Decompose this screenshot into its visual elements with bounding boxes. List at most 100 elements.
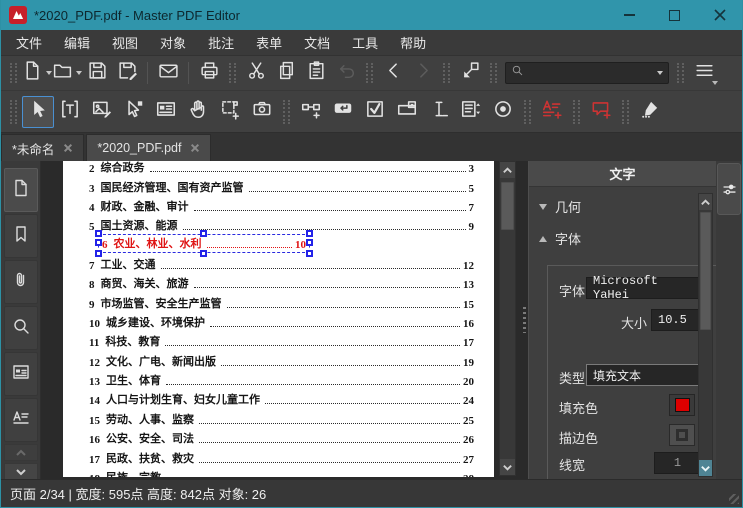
copy-button[interactable] [271,59,301,87]
edit-image-button[interactable] [86,96,118,128]
print-button[interactable] [194,59,224,87]
toc-row[interactable]: 14 人口与计划生育、妇女儿童工作 24 [89,388,474,407]
toolbar-grip[interactable] [524,99,531,124]
properties-toggle-tab[interactable] [717,163,741,215]
search-input[interactable] [524,66,654,80]
font-size-field[interactable]: 10.5 [651,309,701,331]
stroke-color-swatch[interactable] [669,424,695,446]
document-tab-0[interactable]: *未命名 [1,134,85,161]
font-name-field[interactable]: Microsoft YaHei [586,274,701,302]
list-box-button[interactable] [455,96,487,128]
select-tool-button[interactable] [22,95,54,128]
menu-annotation[interactable]: 批注 [197,30,245,56]
edit-forms-button[interactable] [150,96,182,128]
selection-handle[interactable] [306,239,313,247]
checkbox-button[interactable] [359,96,391,128]
toc-row[interactable]: 12 文化、广电、新闻出版 19 [89,349,474,369]
toc-row[interactable]: 18 民族、宗教 28 [89,466,474,477]
menu-help[interactable]: 帮助 [389,30,437,56]
sidebar-search-document-button[interactable] [3,306,38,350]
toc-row[interactable]: 13 卫生、体育 20 [89,369,474,388]
toc-row[interactable]: 4 财政、金融、审计 7 [89,195,474,214]
toolbar-grip[interactable] [229,63,236,83]
section-geometry[interactable]: 几何 [539,197,581,216]
selection-handle[interactable] [95,229,102,237]
document-scrollbar[interactable] [499,161,516,476]
line-width-field[interactable]: 1 [654,452,701,474]
resize-grip[interactable] [729,494,739,504]
save-button[interactable] [82,59,112,87]
combo-box-button[interactable] [391,96,423,128]
menu-file[interactable]: 文件 [5,30,53,56]
radio-button-button[interactable] [487,96,519,128]
fit-visible-button[interactable] [455,59,485,87]
sidebar-pages-button[interactable] [3,168,38,212]
close-tab-button[interactable] [63,143,73,153]
push-button-button[interactable] [327,96,359,128]
toolbar-grip[interactable] [622,99,629,124]
section-font[interactable]: 字体 [539,229,581,248]
toolbar-grip[interactable] [283,99,290,124]
edit-text-button[interactable] [54,96,86,128]
snapshot-button[interactable] [246,96,278,128]
menu-tools[interactable]: 工具 [341,30,389,56]
type-dropdown[interactable]: 填充文本 [586,364,701,386]
fill-color-swatch[interactable] [669,394,695,416]
main-menu-button[interactable] [689,59,719,87]
menu-edit[interactable]: 编辑 [53,30,101,56]
sidebar-scroll-down-button[interactable] [3,463,38,479]
menu-object[interactable]: 对象 [149,30,197,56]
sidebar-signature-button[interactable] [3,398,38,442]
toc-row[interactable]: 15 劳动、人事、监察 25 [89,407,474,427]
text-field-button[interactable] [423,96,455,128]
scrollbar-track[interactable] [500,178,515,459]
cut-button[interactable] [241,59,271,87]
open-document-button[interactable] [52,59,82,87]
selection-handle[interactable] [95,239,102,247]
toolbar-grip[interactable] [10,99,17,124]
sidebar-form-fields-button[interactable] [3,352,38,396]
search-dropdown-icon[interactable] [657,71,663,75]
minimize-button[interactable] [607,0,652,30]
panel-scroll-up-button[interactable] [699,194,712,210]
hand-tool-button[interactable] [182,96,214,128]
selection-handle[interactable] [200,249,207,257]
title-bar[interactable]: *2020_PDF.pdf - Master PDF Editor [1,0,742,30]
panel-scrollbar-track[interactable] [699,210,712,460]
scrollbar-thumb[interactable] [501,182,514,230]
toc-row[interactable]: 11 科技、教育 17 [89,330,474,349]
scroll-down-button[interactable] [500,459,515,475]
pdf-page[interactable]: 2 综合政务 3 3 国民经济管理、国有资产监管 5 4 财政、金融、审计 7 5 国土资源、能源 9… [63,161,494,477]
toc-row[interactable]: 7 工业、交通 12 [89,253,474,272]
panel-scrollbar-thumb[interactable] [700,212,711,330]
maximize-button[interactable] [652,0,697,30]
toc-row[interactable]: 17 民政、扶贫、救灾 27 [89,446,474,466]
add-link-button[interactable] [295,96,327,128]
new-document-button[interactable] [22,59,52,87]
sidebar-attachments-button[interactable] [3,260,38,304]
toc-row[interactable]: 16 公安、安全、司法 26 [89,427,474,446]
selected-text-object[interactable]: 6 农业、林业、水利 10 [95,229,313,257]
dropdown-arrow-icon[interactable] [712,81,718,85]
scroll-up-button[interactable] [500,162,515,178]
menu-forms[interactable]: 表单 [245,30,293,56]
toc-row[interactable]: 5 国土资源、能源 9 [89,214,474,233]
close-tab-button[interactable] [190,143,200,153]
toolbar-grip[interactable] [490,63,497,83]
select-area-button[interactable] [214,96,246,128]
sidebar-bookmarks-button[interactable] [3,214,38,258]
toolbar-grip[interactable] [573,99,580,124]
toc-row[interactable]: 10 城乡建设、环境保护 16 [89,311,474,330]
toolbar-grip[interactable] [677,63,684,83]
save-as-button[interactable] [112,59,142,87]
close-button[interactable] [697,0,742,30]
add-text-annotation-button[interactable] [536,96,568,128]
document-tab-1[interactable]: *2020_PDF.pdf [86,134,212,161]
toc-row[interactable]: 3 国民经济管理、国有资产监管 5 [89,175,474,195]
toc-row[interactable]: 6 农业、林业、水利 10 [89,229,474,257]
panel-splitter[interactable] [520,161,528,479]
highlighter-button[interactable] [634,96,666,128]
panel-scrollbar[interactable] [698,193,713,477]
panel-scroll-down-button[interactable] [699,460,712,476]
add-sticky-note-button[interactable] [585,96,617,128]
